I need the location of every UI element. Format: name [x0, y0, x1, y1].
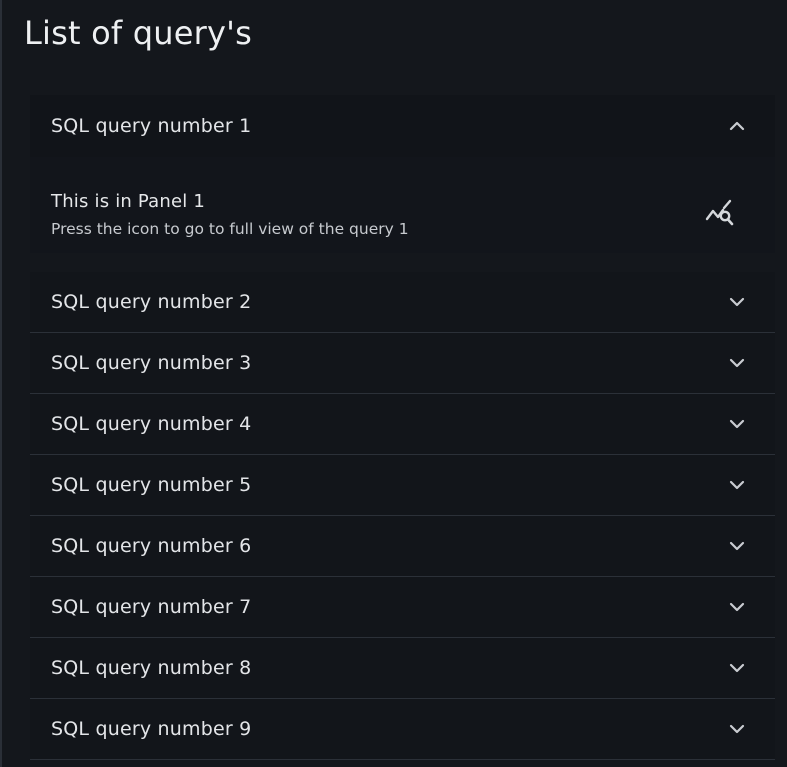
accordion-header-label: SQL query number 2 [51, 291, 252, 313]
accordion-header-5[interactable]: SQL query number 5 [30, 455, 775, 515]
accordion-header-label: SQL query number 1 [51, 115, 252, 137]
panel-body-text: Press the icon to go to full view of the… [51, 220, 409, 238]
accordion-header-6[interactable]: SQL query number 6 [30, 516, 775, 576]
query-stats-icon[interactable] [705, 199, 735, 227]
page-title: List of query's [24, 14, 252, 52]
accordion-header-3[interactable]: SQL query number 3 [30, 333, 775, 393]
accordion-header-label: SQL query number 8 [51, 657, 252, 679]
accordion-panel-1: SQL query number 1 This is in Panel 1 Pr… [30, 95, 775, 253]
accordion-header-label: SQL query number 6 [51, 535, 252, 557]
accordion-panel-6: SQL query number 6 [30, 516, 775, 577]
accordion-header-label: SQL query number 9 [51, 718, 252, 740]
chevron-down-icon [729, 297, 745, 307]
accordion-header-2[interactable]: SQL query number 2 [30, 272, 775, 332]
accordion-header-label: SQL query number 7 [51, 596, 252, 618]
page-container: List of query's SQL query number 1 This … [0, 0, 787, 767]
accordion-header-label: SQL query number 4 [51, 413, 252, 435]
accordion-header-9[interactable]: SQL query number 9 [30, 699, 775, 759]
accordion-header-4[interactable]: SQL query number 4 [30, 394, 775, 454]
chevron-down-icon [729, 724, 745, 734]
chevron-up-icon [729, 121, 745, 131]
query-accordion: SQL query number 1 This is in Panel 1 Pr… [30, 95, 775, 760]
accordion-body-1: This is in Panel 1 Press the icon to go … [30, 157, 775, 253]
accordion-header-label: SQL query number 5 [51, 474, 252, 496]
chevron-down-icon [729, 663, 745, 673]
chevron-down-icon [729, 602, 745, 612]
accordion-panel-3: SQL query number 3 [30, 333, 775, 394]
accordion-header-label: SQL query number 3 [51, 352, 252, 374]
accordion-panel-8: SQL query number 8 [30, 638, 775, 699]
accordion-panel-7: SQL query number 7 [30, 577, 775, 638]
accordion-header-8[interactable]: SQL query number 8 [30, 638, 775, 698]
accordion-panel-9: SQL query number 9 [30, 699, 775, 760]
chevron-down-icon [729, 419, 745, 429]
accordion-header-1[interactable]: SQL query number 1 [30, 95, 775, 157]
accordion-header-7[interactable]: SQL query number 7 [30, 577, 775, 637]
accordion-panel-2: SQL query number 2 [30, 272, 775, 333]
chevron-down-icon [729, 541, 745, 551]
chevron-down-icon [729, 480, 745, 490]
accordion-panel-5: SQL query number 5 [30, 455, 775, 516]
chevron-down-icon [729, 358, 745, 368]
panel-body-title: This is in Panel 1 [51, 191, 206, 212]
accordion-panel-4: SQL query number 4 [30, 394, 775, 455]
